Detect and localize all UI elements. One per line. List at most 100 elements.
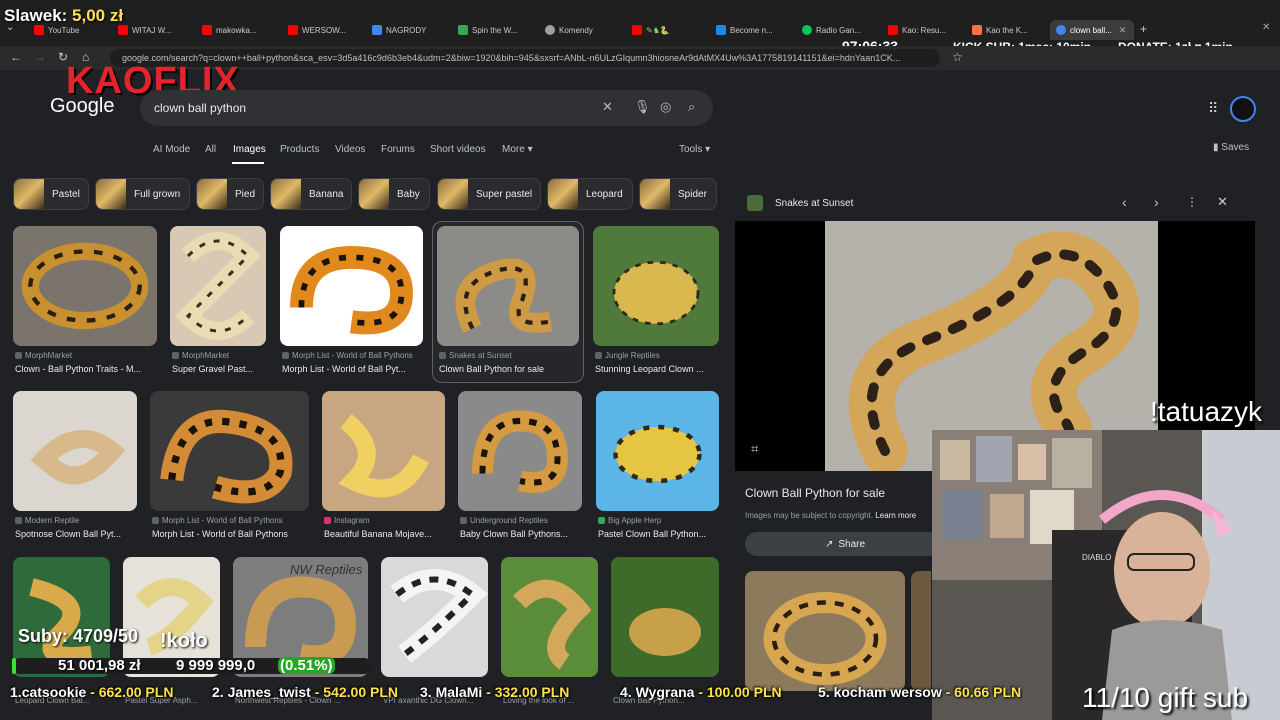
result-image[interactable] (13, 226, 157, 346)
panel-source[interactable]: Snakes at Sunset (775, 198, 853, 209)
source-favicon-icon (152, 517, 159, 524)
forward-icon[interactable]: → (34, 50, 46, 64)
result-image[interactable] (381, 557, 488, 677)
tab-more[interactable]: More ▾ (502, 144, 533, 155)
tools-button[interactable]: Tools ▾ (679, 144, 710, 155)
result-title[interactable]: Super Gravel Past... (172, 364, 266, 374)
apps-grid-icon[interactable]: ⠿ (1208, 100, 1218, 117)
microphone-icon[interactable]: 🎙 (634, 99, 651, 115)
snake-image (472, 410, 569, 493)
result-title[interactable]: Beautiful Banana Mojave... (324, 529, 445, 539)
result-title[interactable]: Clown - Ball Python Traits - M... (15, 364, 157, 374)
result-source[interactable]: Morph List - World of Ball Pythons (282, 351, 423, 360)
result-source[interactable]: Instagram (324, 516, 445, 525)
clear-search-icon[interactable]: ✕ (602, 99, 613, 115)
more-options-icon[interactable]: ⋮ (1186, 195, 1198, 209)
tab-images[interactable]: Images (233, 144, 266, 155)
result-title[interactable]: Morph List - World of Ball Pythons (152, 529, 309, 539)
bookmark-icon: ▮ (1213, 142, 1219, 153)
chip-full-grown[interactable]: Full grown (95, 178, 190, 210)
subs-counter: Suby: 4709/50 (18, 626, 139, 646)
result-title[interactable]: Stunning Leopard Clown ... (595, 364, 719, 374)
new-tab-icon[interactable]: + (1140, 22, 1147, 36)
tab-forums[interactable]: Forums (381, 144, 415, 155)
chip-pastel[interactable]: Pastel (13, 178, 89, 210)
close-tab-icon[interactable]: ✕ (1119, 25, 1127, 36)
result-image[interactable] (593, 226, 719, 346)
chip-thumbnail (14, 179, 44, 209)
result-source[interactable]: Underground Reptiles (460, 516, 582, 525)
close-window-icon[interactable]: ✕ (1262, 22, 1270, 33)
previous-icon[interactable]: ‹ (1122, 194, 1127, 210)
bookmark-star-icon[interactable]: ☆ (952, 50, 963, 64)
donation-percent: (0.51%) (278, 657, 335, 674)
result-source[interactable]: Big Apple Herp (598, 516, 719, 525)
result-source[interactable]: Jungle Reptiles (595, 351, 719, 360)
lens-icon[interactable]: ◎ (660, 99, 671, 115)
back-icon[interactable]: ← (10, 50, 22, 64)
result-image[interactable] (150, 391, 309, 511)
lens-search-icon[interactable]: ⌗ (751, 441, 758, 457)
chat-command-text: !tatuazyk (1150, 396, 1263, 427)
search-input[interactable]: clown ball python (154, 101, 246, 115)
tab-videos[interactable]: Videos (335, 144, 365, 155)
search-box[interactable]: clown ball python ✕ 🎙 ◎ ⌕ (140, 90, 713, 126)
tab-short-videos[interactable]: Short videos (430, 144, 486, 155)
browser-tab-active[interactable]: clown ball... ✕ (1050, 20, 1134, 40)
tab-all[interactable]: All (205, 144, 216, 155)
result-image[interactable] (458, 391, 582, 511)
result-image[interactable] (280, 226, 423, 346)
chip-banana[interactable]: Banana (270, 178, 352, 210)
result-title[interactable]: Baby Clown Ball Pythons... (460, 529, 582, 539)
result-image-selected[interactable] (437, 226, 579, 346)
result-source[interactable]: Snakes at Sunset (439, 351, 579, 360)
chip-leopard[interactable]: Leopard (547, 178, 633, 210)
result-image[interactable] (13, 391, 137, 511)
result-title[interactable]: Clown Ball Python for sale (439, 364, 579, 374)
radio-icon (802, 25, 812, 35)
panel-title[interactable]: Clown Ball Python for sale (745, 486, 885, 500)
share-button[interactable]: ↗ Share (745, 532, 945, 556)
browser-tab[interactable]: Radio Gan... (802, 22, 868, 38)
result-source[interactable]: Morph List - World of Ball Pythons (152, 516, 309, 525)
source-favicon-icon (595, 352, 602, 359)
browser-tab[interactable]: NAGRODY (372, 22, 432, 38)
browser-tab[interactable]: makowka... (202, 22, 264, 38)
browser-tab[interactable]: Komendy (545, 22, 607, 38)
browser-tab[interactable]: WERSOW... (288, 22, 348, 38)
result-image[interactable] (501, 557, 598, 677)
result-source[interactable]: MorphMarket (15, 351, 155, 360)
chip-pied[interactable]: Pied (196, 178, 264, 210)
source-favicon-icon (747, 195, 763, 211)
result-title[interactable]: Spotnose Clown Ball Pyt... (15, 529, 139, 539)
source-favicon-icon (460, 517, 467, 524)
browser-tab[interactable]: WITAJ W... (118, 22, 178, 38)
result-image[interactable] (170, 226, 266, 346)
chip-super-pastel[interactable]: Super pastel (437, 178, 541, 210)
search-icon[interactable]: ⌕ (688, 99, 695, 115)
browser-tab[interactable]: Spin the W... (458, 22, 524, 38)
browser-tab[interactable]: ✎♞🐍 (632, 22, 688, 38)
chip-baby[interactable]: Baby (358, 178, 430, 210)
result-image[interactable] (611, 557, 719, 677)
tab-products[interactable]: Products (280, 144, 319, 155)
browser-tab[interactable]: Kao the K... (972, 22, 1040, 38)
result-image[interactable] (596, 391, 719, 511)
result-title[interactable]: Morph List - World of Ball Pyt... (282, 364, 423, 374)
google-logo[interactable]: Google (50, 95, 115, 118)
next-icon[interactable]: › (1154, 194, 1159, 210)
result-source[interactable]: MorphMarket (172, 351, 266, 360)
browser-tab[interactable]: Kao: Resu... (888, 22, 954, 38)
chip-spider[interactable]: Spider (639, 178, 717, 210)
related-image[interactable] (745, 571, 905, 691)
saves-button[interactable]: ▮ Saves (1213, 142, 1249, 153)
account-avatar[interactable] (1230, 96, 1256, 122)
tab-ai-mode[interactable]: AI Mode (153, 144, 190, 155)
browser-tab[interactable]: Become n... (716, 22, 786, 38)
result-title[interactable]: Pastel Clown Ball Python... (598, 529, 719, 539)
result-image[interactable] (322, 391, 445, 511)
related-image[interactable] (911, 571, 931, 691)
learn-more-link[interactable]: Learn more (875, 511, 916, 520)
result-source[interactable]: Modern Reptile (15, 516, 137, 525)
close-panel-icon[interactable]: ✕ (1217, 194, 1228, 210)
